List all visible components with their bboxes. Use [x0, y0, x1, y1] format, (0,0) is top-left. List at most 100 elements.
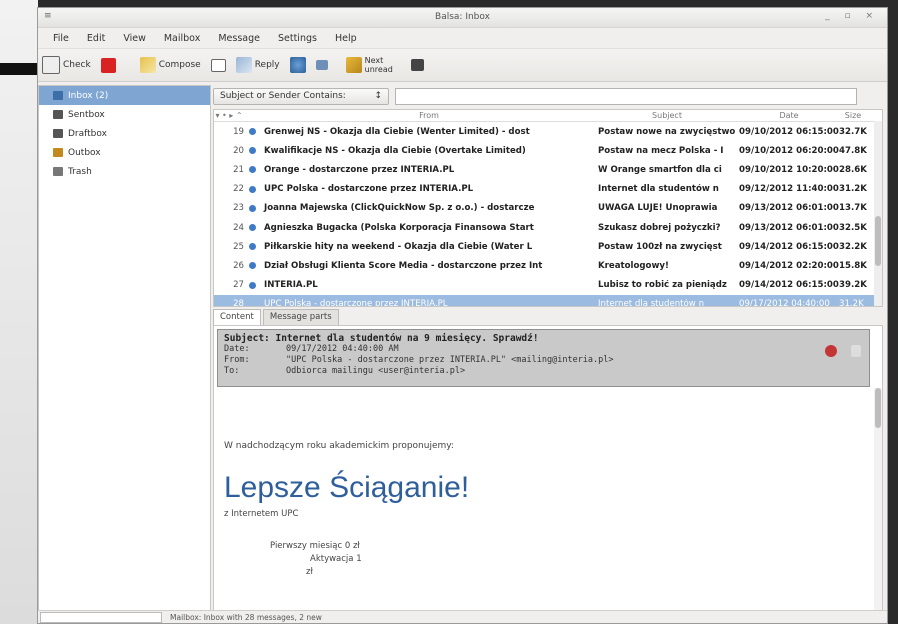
message-number: 26: [233, 260, 244, 271]
attachment-status-icon[interactable]: [851, 345, 861, 357]
message-row[interactable]: 27 INTERIA.PL Lubisz to robić za pieniądz 0…: [214, 276, 882, 295]
body-headline[interactable]: Lepsze Ściąganie!: [224, 471, 862, 505]
status-bar: Mailbox: Inbox with 28 messages, 2 new: [38, 610, 887, 623]
title-bar[interactable]: ≡ Balsa: Inbox _ ▫ ×: [38, 8, 887, 28]
message-number: 21: [233, 164, 244, 175]
folder-outbox[interactable]: Outbox: [39, 143, 210, 162]
menu-settings[interactable]: Settings: [269, 33, 326, 44]
sort-arrows-icon[interactable]: ▾ • ▸ ⌃: [214, 111, 244, 120]
message-number: 24: [233, 222, 244, 233]
reply-button[interactable]: Reply: [235, 57, 280, 73]
message-size: 31.2K: [839, 299, 864, 307]
unread-dot-icon: [248, 166, 256, 174]
message-row[interactable]: 24 Agnieszka Bugacka (Polska Korporacja F…: [214, 218, 882, 237]
message-date: 09/14/2012 06:15:00: [739, 280, 839, 291]
header-from-key: From:: [224, 355, 250, 365]
compose-button[interactable]: Compose: [139, 57, 201, 73]
column-subject[interactable]: Subject: [594, 111, 736, 120]
message-subject: Szukasz dobrej pożyczki?: [598, 222, 721, 233]
reply-all-button[interactable]: [289, 57, 306, 73]
unread-dot-icon: [248, 262, 256, 270]
message-from: UPC Polska - dostarczone przez INTERIA.P…: [264, 184, 474, 195]
body-offer-line-2: Aktywacja 1: [310, 554, 362, 564]
header-date-key: Date:: [224, 344, 250, 354]
next-unread-icon: [345, 57, 362, 73]
unread-icon: [244, 224, 260, 232]
folder-sentbox[interactable]: Sentbox: [39, 105, 210, 124]
attachment-icon: [210, 58, 226, 72]
message-row[interactable]: 25 Piłkarskie hity na weekend - Okazja dl…: [214, 237, 882, 256]
column-from[interactable]: From: [260, 111, 594, 120]
tab-message-parts[interactable]: Message parts: [262, 309, 339, 325]
outbox-icon: [53, 148, 63, 157]
stop-button[interactable]: [100, 57, 116, 73]
message-pane: Subject or Sender Contains: ↕ ▾ • ▸ ⌃ Fr…: [213, 85, 883, 611]
message-size: 15.8K: [839, 260, 867, 271]
reply-label: Reply: [254, 60, 280, 70]
message-row[interactable]: 26 Dział Obsługi Klienta Score Media - do…: [214, 256, 882, 275]
unread-icon: [244, 185, 260, 193]
menu-view[interactable]: View: [114, 33, 155, 44]
menu-edit[interactable]: Edit: [78, 33, 114, 44]
message-number: 25: [233, 241, 244, 252]
message-date: 09/10/2012 10:20:00: [739, 164, 839, 175]
viewer-scrollbar[interactable]: [874, 388, 882, 610]
unread-label: unread: [364, 65, 393, 74]
certificate-icon[interactable]: [825, 345, 837, 357]
message-date: 09/10/2012 06:15:00: [739, 126, 839, 137]
message-size: 28.6K: [839, 164, 867, 175]
forward-button[interactable]: [315, 60, 328, 70]
menu-message[interactable]: Message: [209, 33, 269, 44]
message-row[interactable]: 20 Kwalifikacje NS - Okazja dla Ciebie (O…: [214, 141, 882, 160]
main-area: Inbox (2) Sentbox Draftbox Outbox Trash: [38, 81, 887, 611]
viewer-tabs: Content Message parts: [213, 309, 339, 325]
message-date: 09/10/2012 06:20:00: [739, 145, 839, 156]
tab-content[interactable]: Content: [213, 309, 261, 325]
message-row[interactable]: 28 UPC Polska - dostarczone przez INTERIA…: [214, 294, 882, 307]
unread-icon: [244, 147, 260, 155]
message-viewer: Subject: Internet dla studentów na 9 mie…: [213, 325, 883, 611]
message-size: 47.8K: [839, 145, 867, 156]
menu-mailbox[interactable]: Mailbox: [155, 33, 209, 44]
message-row[interactable]: 19 Grenwej NS - Okazja dla Ciebie (Wenter…: [214, 122, 882, 141]
scrollbar-thumb[interactable]: [875, 216, 881, 266]
message-date: 09/13/2012 06:01:00: [739, 222, 839, 233]
window-controls[interactable]: _ ▫ ×: [825, 11, 879, 21]
check-button[interactable]: Check: [42, 56, 91, 74]
message-size: 13.7K: [839, 203, 867, 214]
column-size[interactable]: Size: [839, 111, 867, 120]
attach-button[interactable]: [210, 58, 226, 72]
menu-help[interactable]: Help: [326, 33, 366, 44]
unread-icon: [244, 128, 260, 136]
menu-file[interactable]: File: [44, 33, 78, 44]
toolbar: Check Compose Reply Next unread: [38, 49, 887, 82]
message-row[interactable]: 21 Orange - dostarczone przez INTERIA.PL W…: [214, 160, 882, 179]
message-date: 09/17/2012 04:40:00: [739, 299, 830, 307]
folder-inbox[interactable]: Inbox (2): [39, 86, 210, 105]
message-row[interactable]: 23 Joanna Majewska (ClickQuickNow Sp. z o…: [214, 199, 882, 218]
message-from: Agnieszka Bugacka (Polska Korporacja Fin…: [264, 222, 534, 233]
progress-box: [40, 611, 162, 623]
search-row: Subject or Sender Contains: ↕: [213, 85, 883, 107]
mailbox-tree: Inbox (2) Sentbox Draftbox Outbox Trash: [38, 85, 211, 611]
sentbox-icon: [53, 110, 63, 119]
message-row[interactable]: 22 UPC Polska - dostarczone przez INTERIA…: [214, 180, 882, 199]
print-button[interactable]: [410, 59, 424, 71]
unread-icon: [244, 281, 260, 289]
folder-trash[interactable]: Trash: [39, 162, 210, 181]
column-date[interactable]: Date: [736, 111, 839, 120]
message-size: 39.2K: [839, 280, 867, 291]
message-size: 31.2K: [839, 184, 867, 195]
next-unread-button[interactable]: Next unread: [345, 56, 393, 74]
search-field-select[interactable]: Subject or Sender Contains: ↕: [213, 87, 389, 105]
viewer-scrollbar-thumb[interactable]: [875, 388, 881, 428]
folder-draftbox[interactable]: Draftbox: [39, 124, 210, 143]
search-field-label: Subject or Sender Contains:: [220, 91, 346, 101]
message-list-scrollbar[interactable]: [874, 121, 882, 306]
message-number: 28: [233, 299, 244, 307]
search-input[interactable]: [395, 87, 857, 105]
message-number: 23: [233, 203, 244, 214]
message-number: 19: [233, 126, 244, 137]
message-subject: Lubisz to robić za pieniądz: [598, 280, 727, 291]
folder-label: Inbox (2): [68, 90, 109, 101]
